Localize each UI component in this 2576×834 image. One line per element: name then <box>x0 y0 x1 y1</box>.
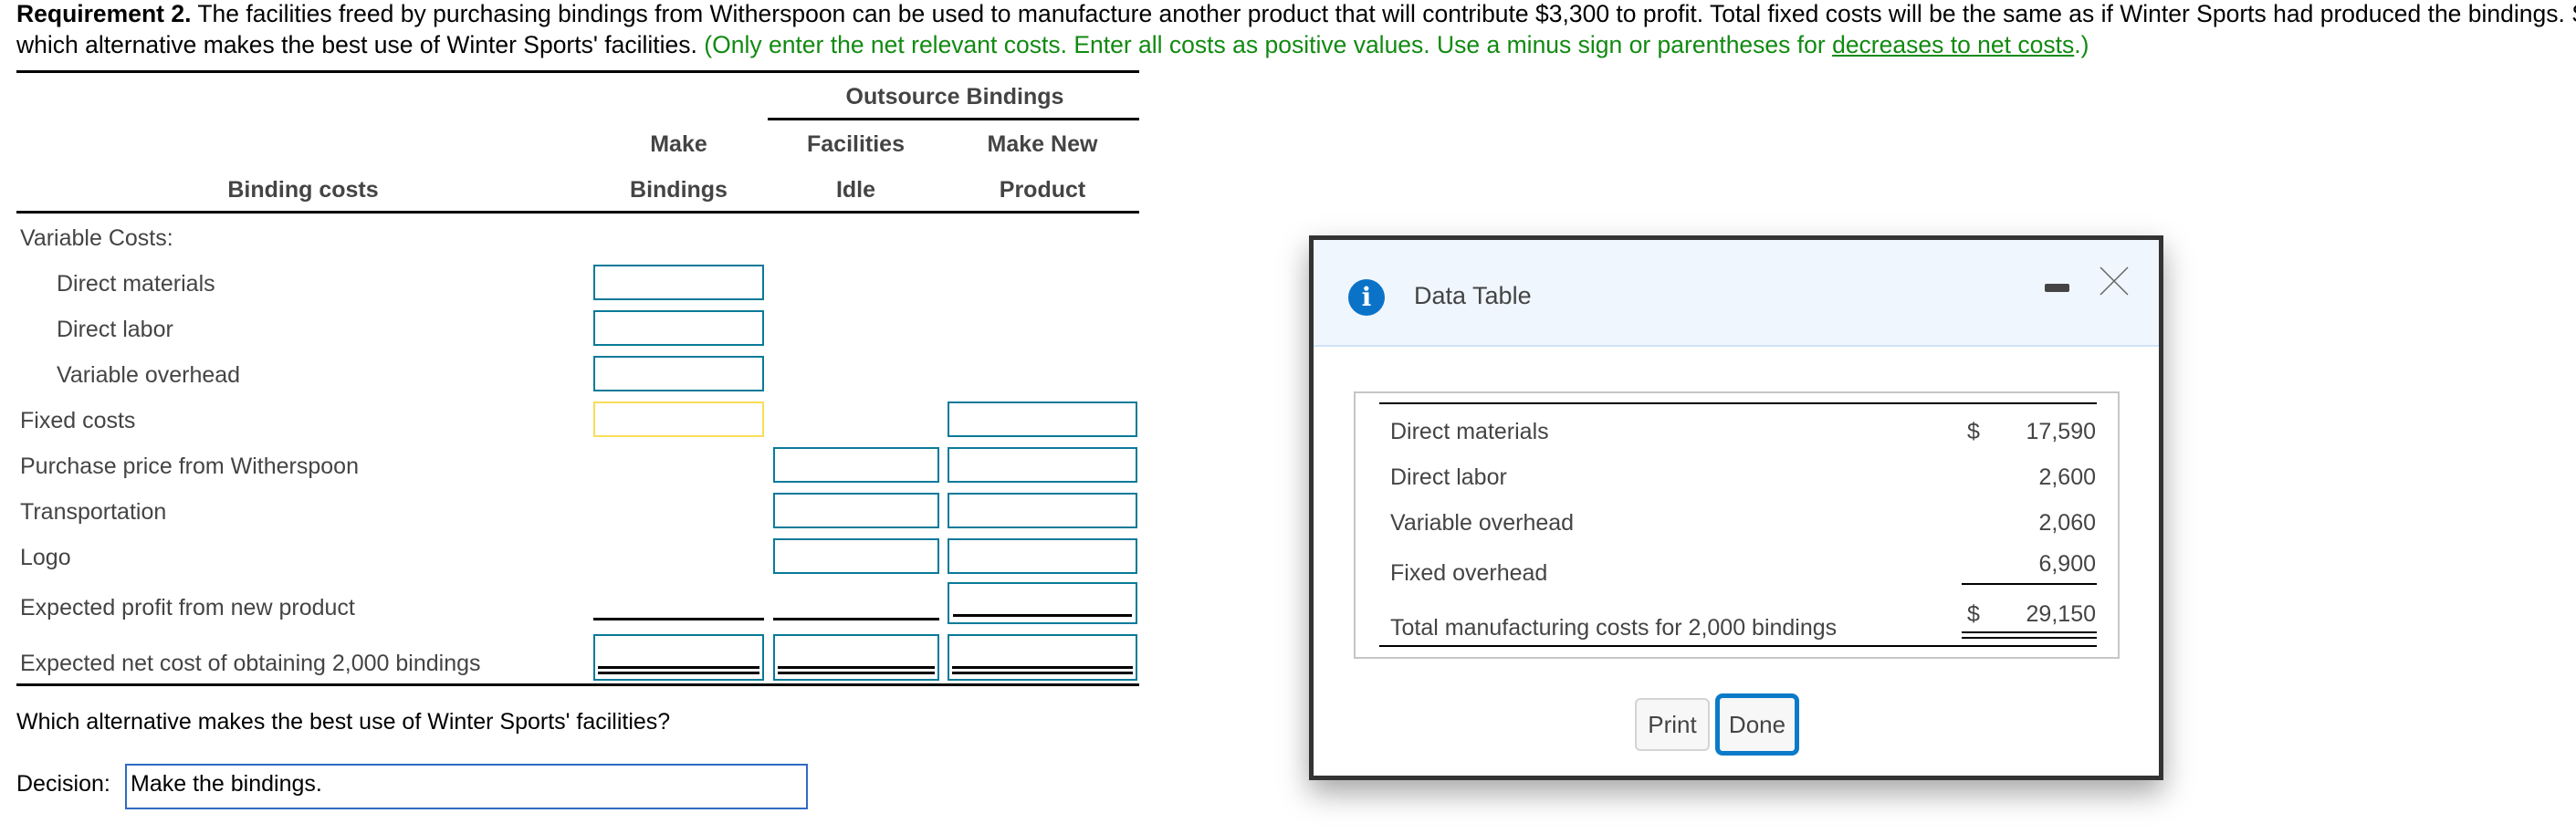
close-icon[interactable] <box>2099 266 2130 297</box>
idle-total-double-rule <box>778 666 935 674</box>
dialog-header[interactable]: i Data Table <box>1314 240 2159 347</box>
dt-value-total: 29,150 <box>2026 601 2096 627</box>
minimize-icon[interactable] <box>2045 284 2069 292</box>
requirement-line-2: which alternative makes the best use of … <box>16 29 2576 60</box>
dt-label-variable-overhead: Variable overhead <box>1390 510 1575 536</box>
row-label-expected-net-cost: Expected net cost of obtaining 2,000 bin… <box>20 651 481 676</box>
table-bottom-rule <box>16 683 1139 686</box>
dt-label-direct-labor: Direct labor <box>1390 464 1507 490</box>
dt-label-fixed-overhead: Fixed overhead <box>1390 560 1548 586</box>
dt-subtotal-rule <box>1962 583 2097 585</box>
row-label-direct-labor: Direct labor <box>57 317 173 342</box>
row-label-expected-profit: Expected profit from new product <box>20 595 355 620</box>
row-label-logo: Logo <box>20 545 71 570</box>
requirement-body: The facilities freed by purchasing bindi… <box>191 0 2576 27</box>
col-header-idle-line2: Idle <box>835 177 876 203</box>
requirement-body-cont: which alternative makes the best use of … <box>16 31 705 58</box>
make-net-cost-total-input[interactable] <box>593 634 764 681</box>
col-header-make-line2: Bindings <box>630 177 728 203</box>
make-direct-labor-input[interactable] <box>593 310 764 346</box>
idle-purchase-price-input[interactable] <box>773 447 939 483</box>
requirement-text: Requirement 2. The facilities freed by p… <box>16 0 2576 60</box>
data-table: Direct materials $ 17,590 Direct labor 2… <box>1354 391 2120 659</box>
decision-dropdown[interactable]: Make the bindings. <box>125 764 808 809</box>
dt-currency-total: $ <box>1967 601 1980 627</box>
new-transportation-input[interactable] <box>948 493 1137 528</box>
dt-value-direct-materials: 17,590 <box>2026 419 2096 444</box>
new-expected-profit-input[interactable] <box>948 582 1137 624</box>
dt-label-direct-materials: Direct materials <box>1390 419 1549 444</box>
decision-label: Decision: <box>16 771 110 797</box>
make-direct-materials-input[interactable] <box>593 265 764 300</box>
dt-value-direct-labor: 2,600 <box>2038 464 2096 490</box>
col-header-new-line2: Product <box>999 177 1086 203</box>
instruction-text: (Only enter the net relevant costs. Ente… <box>704 31 2089 58</box>
dt-total-double-rule <box>1962 631 2097 639</box>
idle-net-cost-total-input[interactable] <box>773 634 939 681</box>
done-button[interactable]: Done <box>1715 693 1799 756</box>
make-total-double-rule <box>598 666 759 674</box>
row-label-direct-materials: Direct materials <box>57 271 215 297</box>
new-fixed-costs-input[interactable] <box>948 401 1137 437</box>
outsource-bindings-header: Outsource Bindings <box>845 84 1064 109</box>
new-total-double-rule <box>952 666 1133 674</box>
idle-transportation-input[interactable] <box>773 493 939 528</box>
idle-logo-input[interactable] <box>773 538 939 574</box>
dt-currency-direct-materials: $ <box>1967 419 1980 444</box>
row-label-transportation: Transportation <box>20 499 167 525</box>
outsource-group-rule <box>768 118 1139 120</box>
question-text: Which alternative makes the best use of … <box>16 709 671 735</box>
new-logo-input[interactable] <box>948 538 1137 574</box>
info-icon: i <box>1348 279 1385 316</box>
row-label-fixed-costs: Fixed costs <box>20 408 136 433</box>
make-fixed-costs-input[interactable] <box>593 401 764 437</box>
dt-label-total: Total manufacturing costs for 2,000 bind… <box>1390 615 1838 641</box>
col-header-idle-line1: Facilities <box>807 131 905 157</box>
requirement-label: Requirement 2. <box>16 0 192 27</box>
col-header-new-line1: Make New <box>987 131 1098 157</box>
make-variable-overhead-input[interactable] <box>593 356 764 391</box>
dt-value-fixed-overhead: 6,900 <box>2038 551 2096 577</box>
col-header-make-line1: Make <box>650 131 707 157</box>
new-purchase-price-input[interactable] <box>948 447 1137 483</box>
idle-subtotal-rule <box>773 618 939 620</box>
dialog-title: Data Table <box>1414 282 1532 309</box>
data-table-dialog: i Data Table Direct materials $ 17,590 D… <box>1309 235 2163 780</box>
requirement-line-1: Requirement 2. The facilities freed by p… <box>16 0 2576 29</box>
instruction-suffix: .) <box>2074 31 2089 58</box>
table-top-rule <box>16 70 1139 73</box>
instruction-prefix: (Only enter the net relevant costs. Ente… <box>704 31 1833 58</box>
data-table-bottom-rule <box>1379 645 2097 647</box>
row-label-variable-overhead: Variable overhead <box>57 362 241 388</box>
print-button[interactable]: Print <box>1635 698 1710 751</box>
row-header-binding-costs: Binding costs <box>227 177 379 203</box>
new-net-cost-total-input[interactable] <box>948 634 1137 681</box>
row-label-purchase-price: Purchase price from Witherspoon <box>20 453 359 479</box>
new-profit-subtotal-rule <box>953 614 1132 617</box>
data-table-top-rule <box>1379 402 2097 404</box>
row-label-variable-costs: Variable Costs: <box>20 225 173 251</box>
decreases-to-net-costs-link[interactable]: decreases to net costs <box>1832 31 2074 58</box>
make-subtotal-rule <box>593 618 764 620</box>
dt-value-variable-overhead: 2,060 <box>2038 510 2096 536</box>
table-header-rule <box>16 211 1139 214</box>
